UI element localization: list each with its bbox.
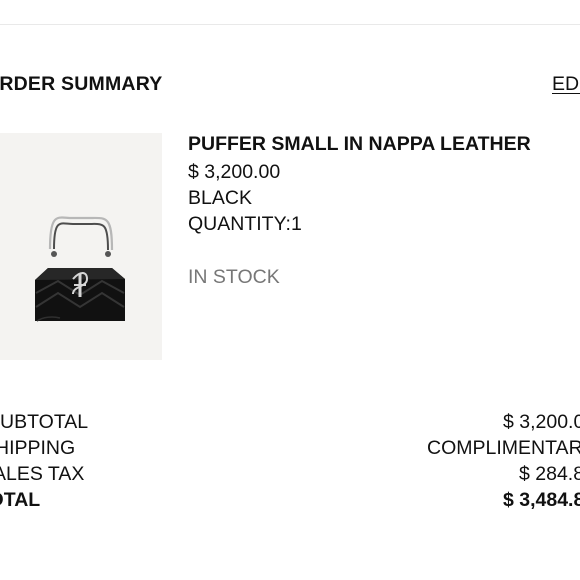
quantity-value: 1 [290,213,302,235]
subtotal-value: $ 3,200.00 [503,411,580,433]
order-summary-title: ORDER SUMMARY [0,73,163,95]
sales-tax-label: SALES TAX [0,463,85,485]
total-value: $ 3,484.80 [503,489,580,511]
shipping-value: COMPLIMENTARY [427,437,580,459]
product-name[interactable]: PUFFER SMALL IN NAPPA LEATHER [188,133,531,156]
total-row: TOTAL $ 3,484.80 [0,489,580,513]
product-image [0,133,162,360]
shipping-label: SHIPPING [0,437,76,459]
product-color: BLACK [188,187,252,209]
quantity-label: QUANTITY: [188,213,291,235]
sales-tax-value: $ 284.80 [519,463,580,485]
shipping-row: SHIPPING COMPLIMENTARY [0,437,580,461]
top-divider [0,24,580,25]
bag-product-image [0,133,162,360]
checkout-order-summary-page: ORDER SUMMARY EDIT PUFFER SMALL IN NAPPA… [0,0,580,580]
total-label: TOTAL [0,489,41,511]
subtotal-row: SUBTOTAL $ 3,200.00 [0,411,580,435]
sales-tax-row: SALES TAX $ 284.80 [0,463,580,487]
product-price: $ 3,200.00 [188,161,281,183]
stock-status: IN STOCK [188,266,280,288]
product-quantity: QUANTITY: 1 [188,213,302,236]
edit-order-link[interactable]: EDIT [552,73,580,96]
subtotal-label: SUBTOTAL [0,411,89,433]
